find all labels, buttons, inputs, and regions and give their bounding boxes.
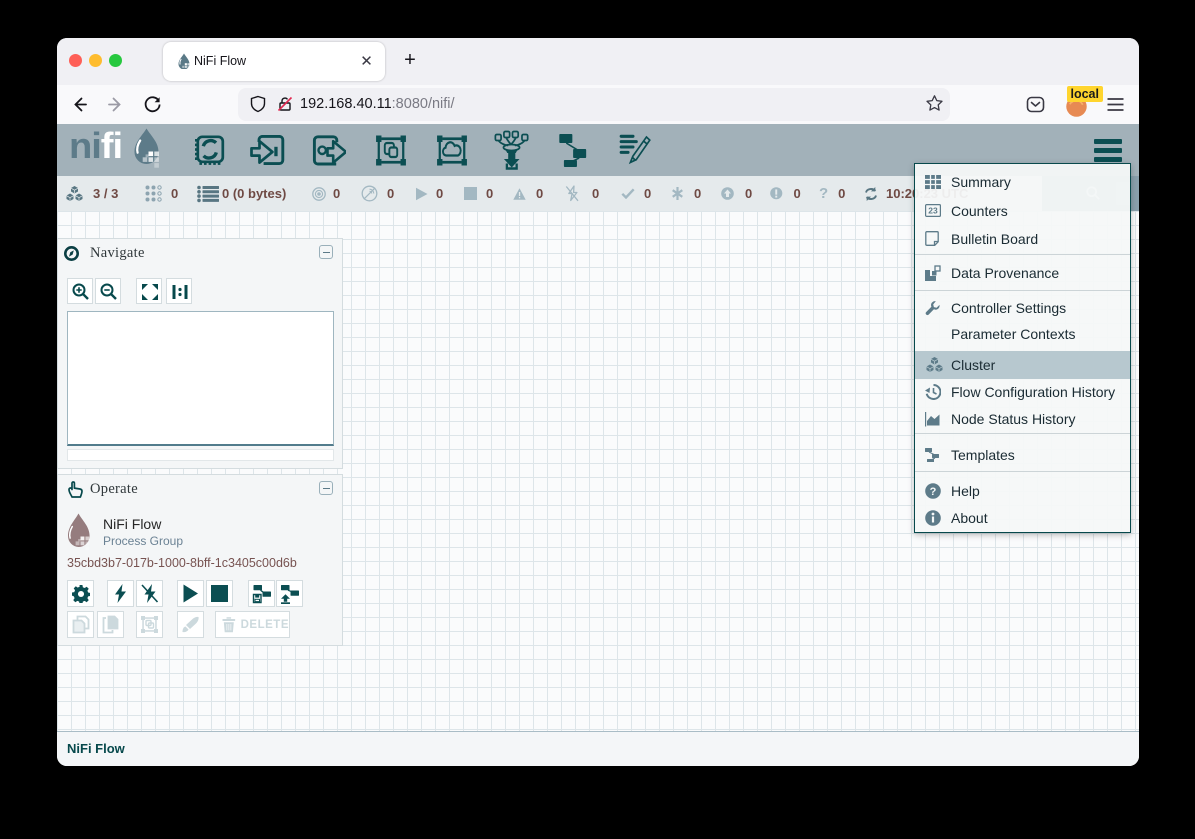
svg-text:?: ? bbox=[930, 486, 937, 498]
svg-text:23: 23 bbox=[928, 206, 938, 216]
